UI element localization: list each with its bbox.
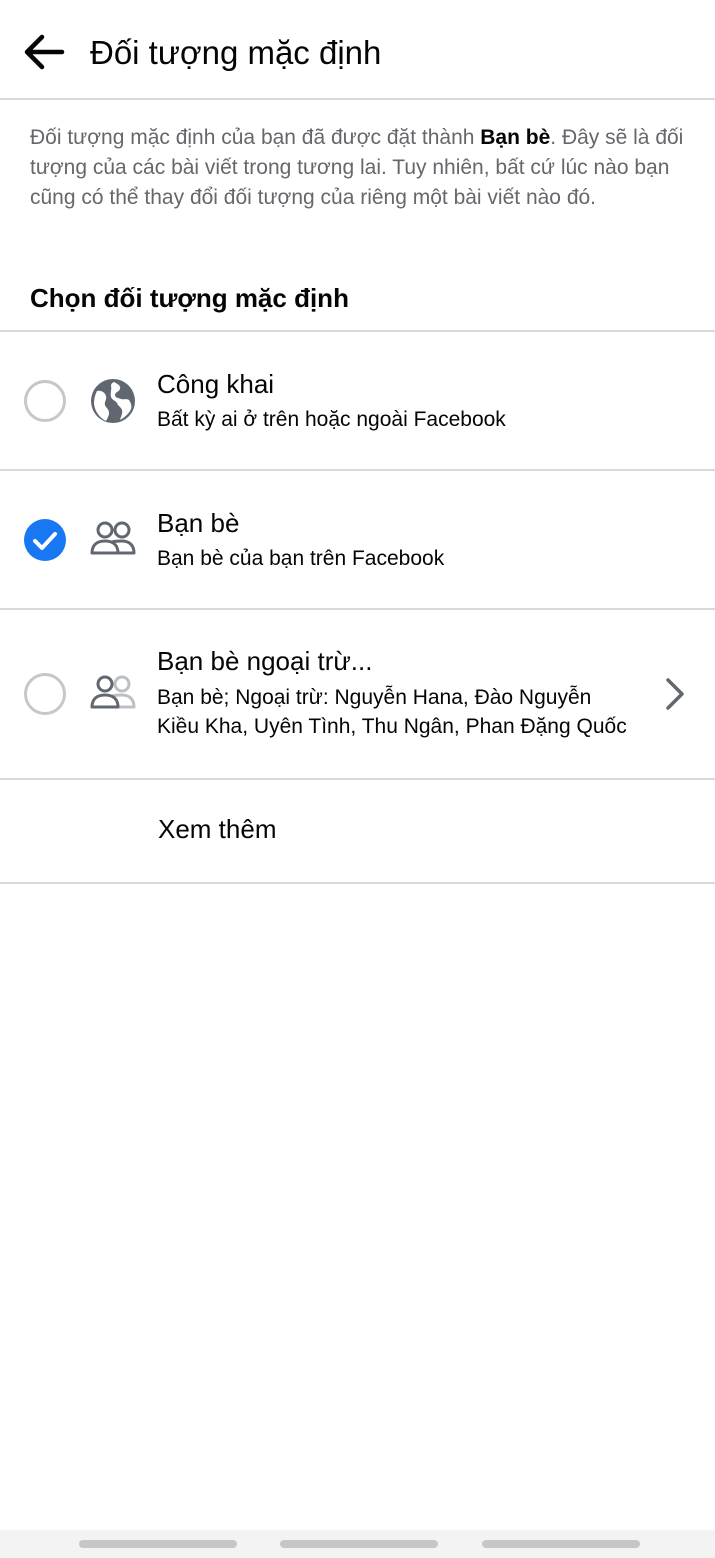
radio-friends[interactable] — [24, 519, 66, 561]
globe-icon — [91, 379, 135, 423]
check-icon — [33, 532, 57, 550]
option-subtitle: Bất kỳ ai ở trên hoặc ngoài Facebook — [157, 408, 506, 431]
audience-settings-page: Đối tượng mặc định Đối tượng mặc định củ… — [0, 0, 715, 1558]
nav-recent-apps-button[interactable] — [79, 1540, 237, 1548]
option-friends-except[interactable]: Bạn bè ngoại trừ... Bạn bè; Ngoại trừ: N… — [0, 610, 715, 778]
option-public[interactable]: Công khai Bất kỳ ai ở trên hoặc ngoài Fa… — [0, 332, 715, 469]
chevron-right-icon — [666, 678, 684, 710]
radio-public[interactable] — [24, 380, 66, 422]
option-subtitle-line2: Kiều Kha, Uyên Tình, Thu Ngân, Phan Đặng… — [157, 715, 627, 738]
section-heading: Chọn đối tượng mặc định — [30, 283, 349, 313]
header: Đối tượng mặc định — [0, 0, 715, 100]
see-more-button[interactable]: Xem thêm — [0, 780, 715, 882]
page-title: Đối tượng mặc định — [90, 34, 382, 71]
nav-back-button[interactable] — [482, 1540, 640, 1548]
friends-icon — [90, 521, 136, 555]
nav-home-button[interactable] — [280, 1540, 438, 1548]
option-title: Bạn bè ngoại trừ... — [157, 646, 373, 676]
description-highlight: Bạn bè — [480, 126, 551, 149]
see-more-label: Xem thêm — [158, 814, 277, 844]
option-title: Công khai — [157, 369, 275, 399]
system-navigation-bar — [0, 1530, 715, 1558]
description-prefix: Đối tượng mặc định của bạn đã được đặt t… — [30, 126, 481, 149]
option-title: Bạn bè — [157, 508, 240, 538]
friends-except-icon — [90, 675, 136, 709]
radio-friends-except[interactable] — [24, 673, 66, 715]
back-button[interactable] — [18, 28, 70, 76]
divider — [0, 882, 715, 884]
option-friends[interactable]: Bạn bè Bạn bè của bạn trên Facebook — [0, 471, 715, 608]
arrow-left-icon — [24, 34, 65, 70]
option-subtitle-line1: Bạn bè; Ngoại trừ: Nguyễn Hana, Đào Nguy… — [157, 686, 592, 709]
option-subtitle: Bạn bè của bạn trên Facebook — [157, 547, 445, 570]
audience-description: Đối tượng mặc định của bạn đã được đặt t… — [30, 123, 690, 213]
